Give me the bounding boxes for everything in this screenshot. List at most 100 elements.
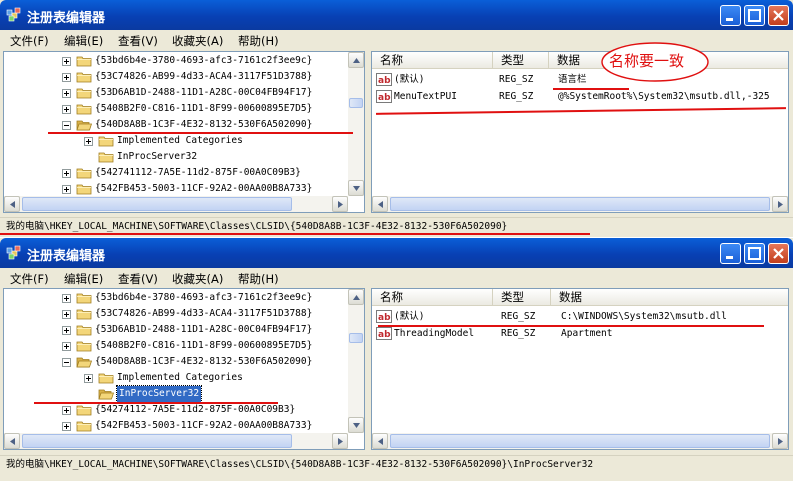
column-header-name[interactable]: 名称	[372, 52, 493, 69]
tree-node-label[interactable]: {53C74826-AB99-4d33-ACA4-3117F51D3788}	[95, 306, 312, 322]
menu-file[interactable]: 文件(F)	[10, 271, 49, 287]
scroll-thumb[interactable]	[349, 333, 363, 343]
expand-plus-icon[interactable]	[84, 137, 93, 146]
tree-node-label[interactable]: {540D8A8B-1C3F-4E32-8132-530F6A502090}	[95, 354, 312, 370]
tree-node[interactable]: {5408B2F0-C816-11D1-8F99-00600895E7D5}	[4, 338, 348, 354]
tree-node-label[interactable]: {53D6AB1D-2488-11D1-A28C-00C04FB94F17}	[95, 322, 312, 338]
tree-node[interactable]: {53C74826-AB99-4d33-ACA4-3117F51D3788}	[4, 69, 348, 85]
expand-plus-icon[interactable]	[62, 169, 71, 178]
tree-node[interactable]: {53bd6b4e-3780-4693-afc3-7161c2f3ee9c}	[4, 53, 348, 69]
scroll-thumb[interactable]	[22, 434, 292, 448]
tree-horizontal-scrollbar[interactable]	[4, 196, 348, 212]
column-header-type[interactable]: 类型	[493, 289, 551, 306]
menu-favorites[interactable]: 收藏夹(A)	[172, 33, 223, 49]
scroll-right-button[interactable]	[332, 433, 348, 449]
column-header-data[interactable]: 数据	[551, 289, 788, 306]
tree-node-label[interactable]: InProcServer32	[117, 149, 197, 165]
scroll-thumb[interactable]	[349, 98, 363, 108]
expand-plus-icon[interactable]	[62, 57, 71, 66]
tree-node-label[interactable]: {5408B2F0-C816-11D1-8F99-00600895E7D5}	[95, 338, 312, 354]
minimize-button[interactable]	[720, 5, 741, 26]
menu-edit[interactable]: 编辑(E)	[64, 33, 103, 49]
expand-plus-icon[interactable]	[62, 326, 71, 335]
collapse-minus-icon[interactable]	[62, 358, 71, 367]
tree-horizontal-scrollbar[interactable]	[4, 433, 348, 449]
menu-favorites[interactable]: 收藏夹(A)	[172, 271, 223, 287]
expand-plus-icon[interactable]	[62, 422, 71, 431]
column-header-type[interactable]: 类型	[493, 52, 549, 69]
value-row[interactable]: ab (默认) REG_SZ 语言栏	[372, 71, 788, 88]
column-header-name[interactable]: 名称	[372, 289, 493, 306]
tree-node[interactable]: {53bd6b4e-3780-4693-afc3-7161c2f3ee9c}	[4, 290, 348, 306]
tree-node-label[interactable]: {5408B2F0-C816-11D1-8F99-00600895E7D5}	[95, 101, 312, 117]
scroll-thumb[interactable]	[390, 434, 770, 448]
tree-node-label[interactable]: {54274112-7A5E-11d2-875F-00A0C09B3}	[95, 402, 295, 418]
tree-node[interactable]: {542741112-7A5E-11d2-875F-00A0C09B3}	[4, 165, 348, 181]
tree-node-label[interactable]: InProcServer32	[115, 385, 203, 403]
expand-plus-icon[interactable]	[62, 185, 71, 194]
close-button[interactable]	[768, 5, 789, 26]
value-row[interactable]: ab ThreadingModel REG_SZ Apartment	[372, 325, 788, 342]
tree-vertical-scrollbar[interactable]	[348, 289, 364, 433]
tree-node[interactable]: {540D8A8B-1C3F-4E32-8132-530F6A502090}	[4, 354, 348, 370]
scroll-up-button[interactable]	[348, 52, 364, 68]
scroll-down-button[interactable]	[348, 417, 364, 433]
minimize-button[interactable]	[720, 243, 741, 264]
list-horizontal-scrollbar[interactable]	[372, 196, 788, 212]
tree-node-label[interactable]: {542FB453-5003-11CF-92A2-00AA00B8A733}	[95, 181, 312, 197]
values-list-pane[interactable]: 名称 类型 数据 ab (默认) REG_SZ 语言栏 ab MenuTextPUI REG…	[371, 51, 789, 213]
title-bar[interactable]: 注册表编辑器	[0, 238, 793, 268]
scroll-right-button[interactable]	[332, 196, 348, 212]
expand-plus-icon[interactable]	[62, 310, 71, 319]
tree-node-label[interactable]: {542741112-7A5E-11d2-875F-00A0C09B3}	[95, 165, 301, 181]
tree-node[interactable]: {5408B2F0-C816-11D1-8F99-00600895E7D5}	[4, 101, 348, 117]
tree-node-label[interactable]: {53C74826-AB99-4d33-ACA4-3117F51D3788}	[95, 69, 312, 85]
close-button[interactable]	[768, 243, 789, 264]
tree-node[interactable]: {542FB453-5003-11CF-92A2-00AA00B8A733}	[4, 418, 348, 434]
expand-plus-icon[interactable]	[62, 89, 71, 98]
tree-node[interactable]: {54274112-7A5E-11d2-875F-00A0C09B3}	[4, 402, 348, 418]
tree-node-label[interactable]: {53bd6b4e-3780-4693-afc3-7161c2f3ee9c}	[95, 290, 312, 306]
maximize-button[interactable]	[744, 5, 765, 26]
tree-node-label[interactable]: {53bd6b4e-3780-4693-afc3-7161c2f3ee9c}	[95, 53, 312, 69]
tree-node-label[interactable]: Implemented Categories	[117, 370, 243, 386]
expand-plus-icon[interactable]	[84, 374, 93, 383]
tree-vertical-scrollbar[interactable]	[348, 52, 364, 196]
scroll-left-button[interactable]	[372, 196, 388, 212]
expand-plus-icon[interactable]	[62, 342, 71, 351]
scroll-thumb[interactable]	[22, 197, 292, 211]
value-row[interactable]: ab MenuTextPUI REG_SZ @%SystemRoot%\System3…	[372, 88, 788, 105]
menu-view[interactable]: 查看(V)	[118, 33, 158, 49]
tree-node[interactable]: {53C74826-AB99-4d33-ACA4-3117F51D3788}	[4, 306, 348, 322]
expand-plus-icon[interactable]	[62, 105, 71, 114]
tree-node[interactable]: InProcServer32	[4, 385, 348, 403]
scroll-left-button[interactable]	[4, 433, 20, 449]
scroll-right-button[interactable]	[772, 196, 788, 212]
tree-node[interactable]: Implemented Categories	[4, 133, 348, 149]
value-row[interactable]: ab (默认) REG_SZ C:\WINDOWS\System32\msutb.dl…	[372, 308, 788, 325]
maximize-button[interactable]	[744, 243, 765, 264]
tree-node[interactable]: {53D6AB1D-2488-11D1-A28C-00C04FB94F17}	[4, 322, 348, 338]
expand-plus-icon[interactable]	[62, 73, 71, 82]
menu-help[interactable]: 帮助(H)	[238, 33, 279, 49]
tree-node[interactable]: Implemented Categories	[4, 370, 348, 386]
tree-node[interactable]: {540D8A8B-1C3F-4E32-8132-530F6A502090}	[4, 117, 348, 133]
scroll-left-button[interactable]	[4, 196, 20, 212]
tree-node[interactable]: {53D6AB1D-2488-11D1-A28C-00C04FB94F17}	[4, 85, 348, 101]
tree-node-label[interactable]: {53D6AB1D-2488-11D1-A28C-00C04FB94F17}	[95, 85, 312, 101]
tree-node-label[interactable]: {542FB453-5003-11CF-92A2-00AA00B8A733}	[95, 418, 312, 434]
menu-file[interactable]: 文件(F)	[10, 33, 49, 49]
expand-plus-icon[interactable]	[62, 294, 71, 303]
expand-plus-icon[interactable]	[62, 406, 71, 415]
scroll-right-button[interactable]	[772, 433, 788, 449]
key-tree-pane[interactable]: {53bd6b4e-3780-4693-afc3-7161c2f3ee9c} {5…	[3, 288, 365, 450]
scroll-thumb[interactable]	[390, 197, 770, 211]
scroll-down-button[interactable]	[348, 180, 364, 196]
scroll-left-button[interactable]	[372, 433, 388, 449]
menu-help[interactable]: 帮助(H)	[238, 271, 279, 287]
tree-node-label[interactable]: Implemented Categories	[117, 133, 243, 149]
collapse-minus-icon[interactable]	[62, 121, 71, 130]
tree-node[interactable]: InProcServer32	[4, 149, 348, 165]
list-horizontal-scrollbar[interactable]	[372, 433, 788, 449]
scroll-up-button[interactable]	[348, 289, 364, 305]
